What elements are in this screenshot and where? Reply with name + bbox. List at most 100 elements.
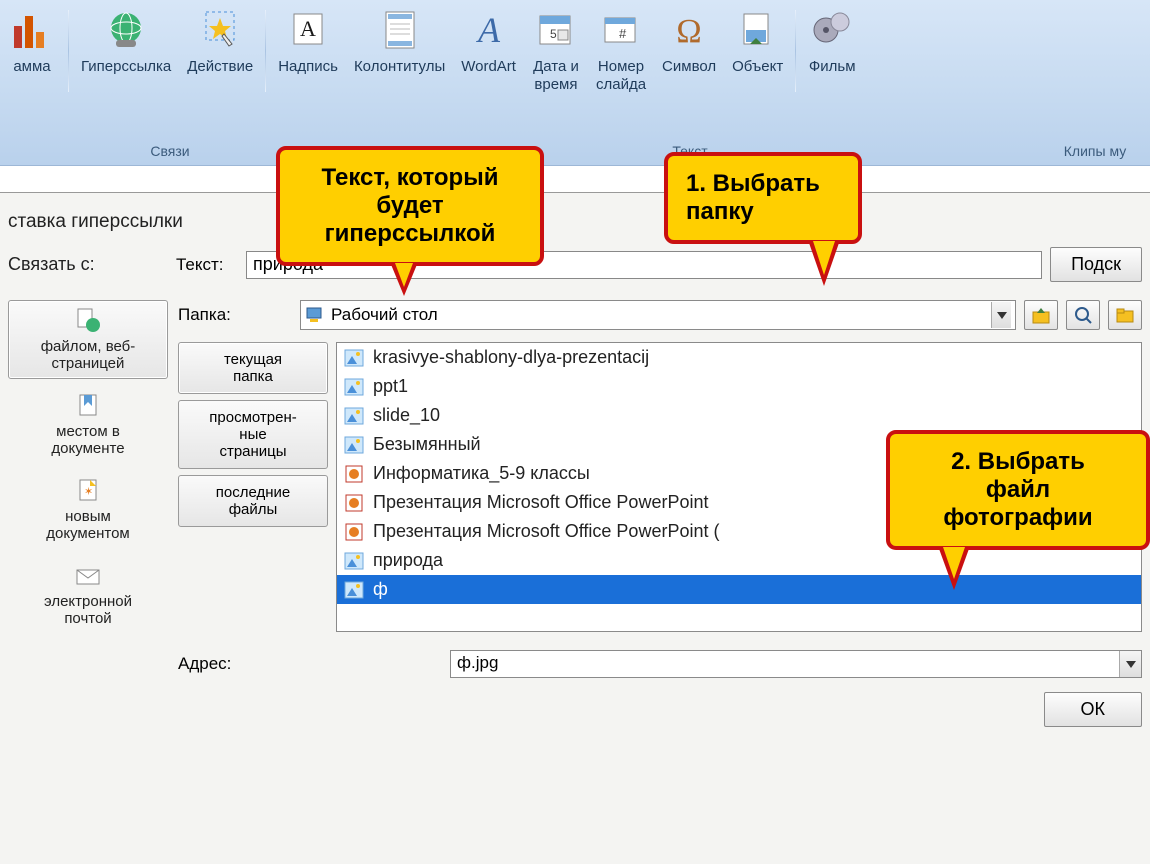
image-icon bbox=[343, 551, 365, 571]
text-label: Текст: bbox=[176, 255, 246, 275]
view-browsed-pages[interactable]: просмотрен- ные страницы bbox=[178, 400, 328, 469]
callout-label: 1. Выбрать папку bbox=[686, 170, 840, 226]
ribbon-datetime[interactable]: 5 Дата и время bbox=[524, 4, 588, 104]
link-target-label: новым документом bbox=[46, 508, 129, 542]
link-target-label: местом в документе bbox=[51, 423, 124, 457]
ribbon-textbox-label: Надпись bbox=[278, 58, 338, 76]
ribbon-wordart[interactable]: A WordArt bbox=[453, 4, 524, 104]
email-icon bbox=[74, 562, 102, 590]
image-icon bbox=[343, 377, 365, 397]
textbox-icon: A bbox=[284, 6, 332, 54]
new-doc-icon: ✶ bbox=[74, 477, 102, 505]
browse-file-button[interactable] bbox=[1108, 300, 1142, 330]
ribbon-symbol[interactable]: Ω Символ bbox=[654, 4, 724, 104]
ribbon-movie[interactable]: Фильм bbox=[800, 4, 864, 104]
link-target-place[interactable]: местом в документе bbox=[8, 385, 168, 464]
svg-text:5: 5 bbox=[550, 27, 557, 41]
file-item[interactable]: slide_10 bbox=[337, 401, 1141, 430]
callout-text-hyperlink: Текст, который будет гиперссылкой bbox=[276, 146, 544, 266]
object-icon bbox=[734, 6, 782, 54]
chevron-down-icon[interactable] bbox=[991, 302, 1011, 328]
ribbon: амма Гиперссылка Действие A Надпись Коло… bbox=[0, 0, 1150, 166]
file-name: slide_10 bbox=[373, 405, 440, 426]
page-globe-icon bbox=[74, 307, 102, 335]
up-folder-button[interactable] bbox=[1024, 300, 1058, 330]
folder-dropdown[interactable]: Рабочий стол bbox=[300, 300, 1016, 330]
film-icon bbox=[808, 6, 856, 54]
ribbon-object[interactable]: Объект bbox=[724, 4, 791, 104]
file-item[interactable]: ф bbox=[337, 575, 1141, 604]
file-item[interactable]: ppt1 bbox=[337, 372, 1141, 401]
ppt-icon bbox=[343, 522, 365, 542]
ribbon-slidenum-label: Номер слайда bbox=[596, 58, 646, 94]
file-item[interactable]: krasivye-shablony-dlya-prezentacij bbox=[337, 343, 1141, 372]
folder-label: Папка: bbox=[178, 305, 300, 325]
link-target-label: файлом, веб- страницей bbox=[41, 338, 136, 372]
file-name: ppt1 bbox=[373, 376, 408, 397]
ribbon-action-label: Действие bbox=[187, 58, 253, 76]
callout-choose-file: 2. Выбрать файл фотографии bbox=[886, 430, 1150, 550]
file-name: Информатика_5-9 классы bbox=[373, 463, 590, 484]
ribbon-slidenum[interactable]: # Номер слайда bbox=[588, 4, 654, 104]
link-target-file-web[interactable]: файлом, веб- страницей bbox=[8, 300, 168, 379]
ribbon-headerfooter-label: Колонтитулы bbox=[354, 58, 445, 76]
view-current-folder[interactable]: текущая папка bbox=[178, 342, 328, 394]
ppt-icon bbox=[343, 464, 365, 484]
chevron-down-icon[interactable] bbox=[1119, 651, 1141, 677]
ok-button[interactable]: ОК bbox=[1044, 692, 1143, 727]
svg-text:Ω: Ω bbox=[676, 13, 701, 50]
link-target-newdoc[interactable]: ✶ новым документом bbox=[8, 470, 168, 549]
ribbon-headerfooter[interactable]: Колонтитулы bbox=[346, 4, 453, 104]
address-value: ф.jpg bbox=[451, 651, 1119, 677]
image-icon bbox=[343, 435, 365, 455]
callout-label: 2. Выбрать файл фотографии bbox=[943, 448, 1092, 531]
ribbon-wordart-label: WordArt bbox=[461, 58, 516, 76]
image-icon bbox=[343, 348, 365, 368]
link-with-label: Связать с: bbox=[8, 254, 176, 275]
svg-text:A: A bbox=[300, 16, 316, 41]
browse-web-button[interactable] bbox=[1066, 300, 1100, 330]
file-name: Презентация Microsoft Office PowerPoint bbox=[373, 492, 708, 513]
globe-icon bbox=[102, 6, 150, 54]
svg-text:A: A bbox=[476, 10, 501, 50]
file-name: природа bbox=[373, 550, 443, 571]
ribbon-sep bbox=[68, 10, 69, 92]
file-name: Презентация Microsoft Office PowerPoint … bbox=[373, 521, 719, 542]
bookmark-icon bbox=[74, 392, 102, 420]
file-name: krasivye-shablony-dlya-prezentacij bbox=[373, 347, 649, 368]
dialog-title: ставка гиперссылки bbox=[0, 193, 1150, 243]
ribbon-group-media: Клипы му bbox=[1040, 143, 1150, 159]
ribbon-textbox[interactable]: A Надпись bbox=[270, 4, 346, 104]
address-label: Адрес: bbox=[178, 654, 450, 674]
file-name: ф bbox=[373, 579, 388, 600]
datetime-icon: 5 bbox=[532, 6, 580, 54]
ribbon-chart-label: амма bbox=[13, 58, 50, 76]
callout-label: Текст, который будет гиперссылкой bbox=[322, 164, 499, 247]
ppt-icon bbox=[343, 493, 365, 513]
wordart-icon: A bbox=[465, 6, 513, 54]
address-input[interactable]: ф.jpg bbox=[450, 650, 1142, 678]
link-target-label: электронной почтой bbox=[44, 593, 132, 627]
link-target-email[interactable]: электронной почтой bbox=[8, 555, 168, 634]
callout-choose-folder: 1. Выбрать папку bbox=[664, 152, 862, 244]
file-name: Безымянный bbox=[373, 434, 481, 455]
ribbon-hyperlink[interactable]: Гиперссылка bbox=[73, 4, 179, 104]
ribbon-symbol-label: Символ bbox=[662, 58, 716, 76]
image-icon bbox=[343, 406, 365, 426]
omega-icon: Ω bbox=[665, 6, 713, 54]
star-cursor-icon bbox=[196, 6, 244, 54]
headerfooter-icon bbox=[376, 6, 424, 54]
ribbon-hyperlink-label: Гиперссылка bbox=[81, 58, 171, 76]
file-item[interactable]: природа bbox=[337, 546, 1141, 575]
desktop-icon bbox=[305, 305, 325, 325]
screentip-button[interactable]: Подск bbox=[1050, 247, 1142, 282]
image-icon bbox=[343, 580, 365, 600]
ribbon-datetime-label: Дата и время bbox=[533, 58, 579, 94]
view-column: текущая папка просмотрен- ные страницы п… bbox=[178, 342, 328, 632]
ribbon-object-label: Объект bbox=[732, 58, 783, 76]
ribbon-action[interactable]: Действие bbox=[179, 4, 261, 104]
view-recent-files[interactable]: последние файлы bbox=[178, 475, 328, 527]
ribbon-chart[interactable]: амма bbox=[0, 4, 64, 104]
ribbon-sep bbox=[265, 10, 266, 92]
ribbon-sep bbox=[795, 10, 796, 92]
